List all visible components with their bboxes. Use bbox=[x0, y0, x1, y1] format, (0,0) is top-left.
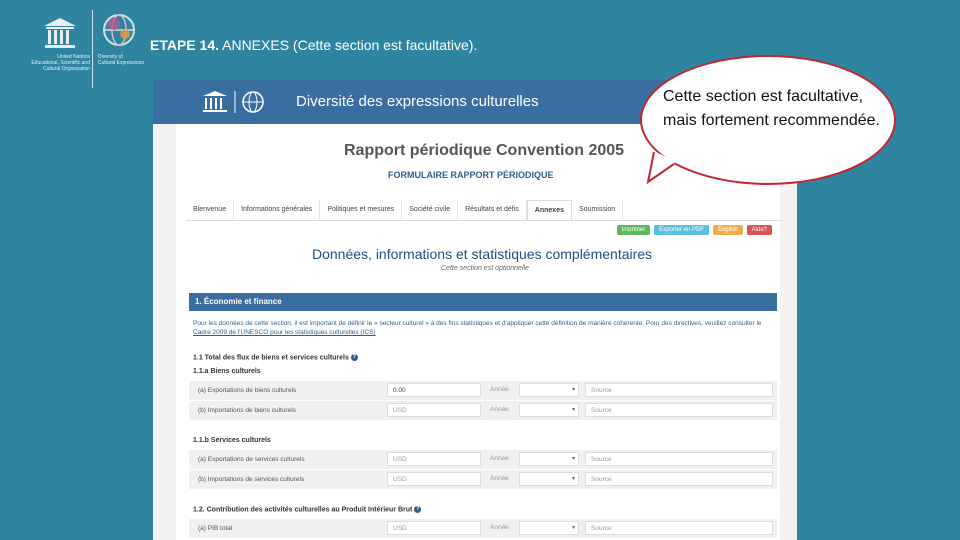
print-button[interactable]: Imprimer bbox=[616, 225, 651, 235]
tab-soumission[interactable]: Soumission bbox=[572, 200, 624, 220]
year-select[interactable]: ▾ bbox=[519, 383, 579, 397]
year-label: Année bbox=[490, 406, 509, 413]
dropdown-arrow-icon: ▾ bbox=[571, 387, 575, 393]
form-row: (a) Exportations de biens culturels 0.00… bbox=[189, 381, 777, 400]
year-select[interactable]: ▾ bbox=[519, 452, 579, 466]
diversity-globe-icon bbox=[103, 14, 135, 46]
year-label: Année bbox=[490, 455, 509, 462]
value-input[interactable]: USD bbox=[387, 452, 481, 466]
bubble-text: Cette section est facultative, mais fort… bbox=[663, 88, 880, 129]
dropdown-arrow-icon: ▾ bbox=[571, 476, 575, 482]
export-pdf-button[interactable]: Exporter en PDF bbox=[654, 225, 709, 235]
tab-resultats-defis[interactable]: Résultats et défis bbox=[458, 200, 527, 220]
section-note: Cette section est optionnelle bbox=[441, 265, 529, 272]
form-row: (a) PIB total USD Année ▾ Source bbox=[189, 519, 777, 538]
value-input[interactable]: USD bbox=[387, 403, 481, 417]
row-label: (a) Exportations de biens culturels bbox=[198, 387, 297, 394]
slide-logos: United Nations Educational, Scientific a… bbox=[8, 6, 148, 88]
help-icon[interactable]: ? bbox=[350, 354, 358, 361]
action-buttons: Imprimer Exporter en PDF English Aide? bbox=[616, 225, 772, 235]
source-input[interactable]: Source bbox=[585, 521, 773, 535]
economy-finance-bar[interactable]: 1. Économie et finance bbox=[189, 293, 777, 311]
year-label: Année bbox=[490, 475, 509, 482]
unesco-logo-text: United Nations Educational, Scientific a… bbox=[31, 54, 90, 72]
source-input[interactable]: Source bbox=[585, 452, 773, 466]
help-button[interactable]: Aide? bbox=[746, 225, 772, 235]
source-input[interactable]: Source bbox=[585, 383, 773, 397]
tab-politiques-mesures[interactable]: Politiques et mesures bbox=[320, 200, 403, 220]
question-1-1-b: 1.1.b Services culturels bbox=[193, 437, 271, 444]
section-heading: Données, informations et statistiques co… bbox=[312, 246, 653, 262]
help-icon[interactable]: ? bbox=[414, 506, 422, 513]
source-input[interactable]: Source bbox=[585, 472, 773, 486]
form-row: (b) Importations de biens culturels USD … bbox=[189, 401, 777, 420]
question-1-1: 1.1 Total des flux de biens et services … bbox=[193, 354, 358, 362]
report-title: Rapport périodique Convention 2005 bbox=[344, 142, 625, 159]
row-label: (a) Exportations de services culturels bbox=[198, 456, 305, 463]
logo-divider bbox=[92, 10, 93, 88]
form-page: Rapport périodique Convention 2005 FORMU… bbox=[176, 124, 782, 540]
tab-bienvenue[interactable]: Bienvenue bbox=[186, 200, 235, 220]
row-label: (b) Importations de services culturels bbox=[198, 476, 305, 483]
question-1-2: 1.2. Contribution des activités culturel… bbox=[193, 506, 422, 514]
site-name[interactable]: Diversité des expressions culturelles bbox=[296, 93, 539, 110]
tab-annexes[interactable]: Annexes bbox=[526, 200, 572, 220]
row-label: (b) Importations de biens culturels bbox=[198, 407, 296, 414]
form-row: (b) Importations de services culturels U… bbox=[189, 470, 777, 489]
year-label: Année bbox=[490, 386, 509, 393]
speech-bubble-tail bbox=[646, 150, 676, 185]
row-label: (a) PIB total bbox=[198, 525, 233, 532]
value-input[interactable]: USD bbox=[387, 521, 481, 535]
report-subtitle: FORMULAIRE RAPPORT PÉRIODIQUE bbox=[388, 170, 554, 180]
year-label: Année bbox=[490, 524, 509, 531]
tab-informations-generales[interactable]: Informations générales bbox=[234, 200, 321, 220]
unesco-temple-icon bbox=[44, 18, 76, 48]
source-input[interactable]: Source bbox=[585, 403, 773, 417]
unesco-framework-link[interactable]: Cadre 2009 de l'UNESCO pour les statisti… bbox=[193, 329, 376, 336]
year-select[interactable]: ▾ bbox=[519, 472, 579, 486]
dropdown-arrow-icon: ▾ bbox=[571, 456, 575, 462]
value-input[interactable]: 0.00 bbox=[387, 383, 481, 397]
value-input[interactable]: USD bbox=[387, 472, 481, 486]
dropdown-arrow-icon: ▾ bbox=[571, 407, 575, 413]
convention-logo-text: Diversity of Cultural Expressions bbox=[98, 54, 144, 66]
unesco-logo-icon bbox=[203, 91, 264, 113]
form-tabs: Bienvenue Informations générales Politiq… bbox=[186, 200, 782, 221]
intro-text: Pour les données de cette section, il es… bbox=[193, 320, 762, 336]
tab-societe-civile[interactable]: Société civile bbox=[402, 200, 459, 220]
english-button[interactable]: English bbox=[712, 225, 743, 235]
slide-title: ETAPE 14. ANNEXES (Cette section est fac… bbox=[150, 37, 478, 53]
year-select[interactable]: ▾ bbox=[519, 403, 579, 417]
question-1-1-a: 1.1.a Biens culturels bbox=[193, 368, 261, 375]
year-select[interactable]: ▾ bbox=[519, 521, 579, 535]
form-row: (a) Exportations de services culturels U… bbox=[189, 450, 777, 469]
dropdown-arrow-icon: ▾ bbox=[571, 525, 575, 531]
